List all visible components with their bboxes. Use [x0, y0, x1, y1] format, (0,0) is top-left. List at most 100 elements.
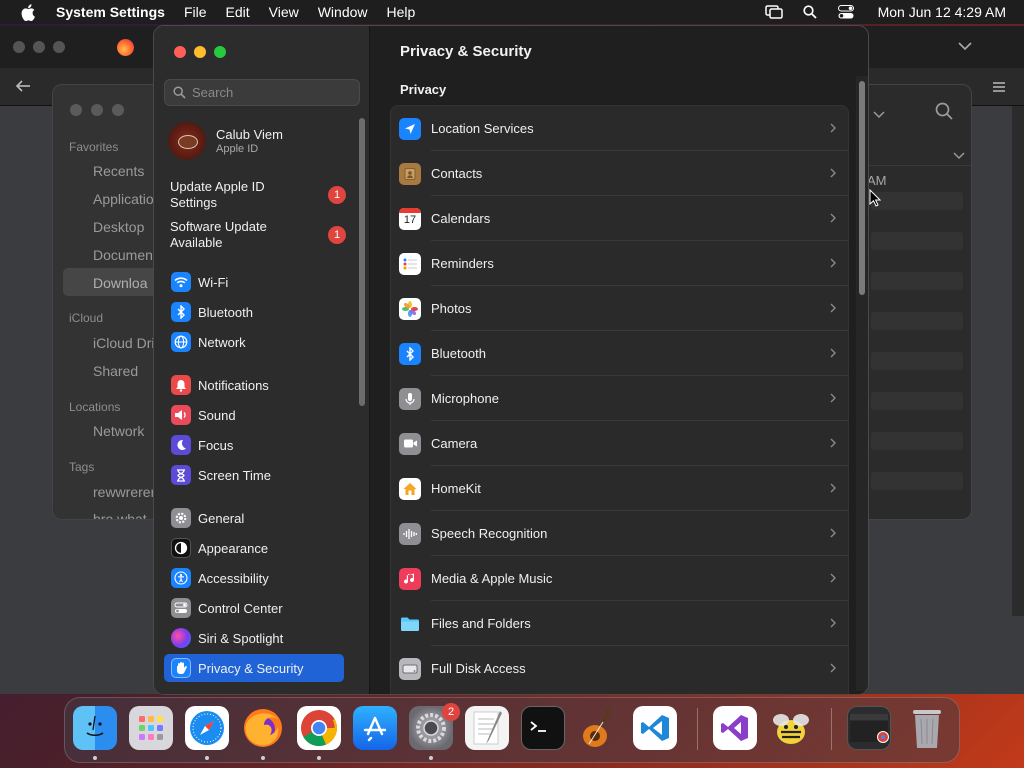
minimized-window-icon[interactable]	[847, 706, 891, 750]
finder-file-row[interactable]	[871, 352, 963, 370]
sidebar-item-sound[interactable]: Sound	[164, 401, 344, 429]
privacy-row-files-folders[interactable]: Files and Folders	[391, 601, 849, 646]
screen-mirroring-icon[interactable]	[764, 2, 784, 22]
bell-icon	[171, 375, 191, 395]
finder-file-row[interactable]	[871, 392, 963, 410]
privacy-row-homekit[interactable]: HomeKit	[391, 466, 849, 511]
privacy-row-location-services[interactable]: Location Services	[391, 106, 849, 151]
finder-sidebar-item[interactable]: iCloud Dri	[93, 335, 154, 351]
finder-sidebar-item[interactable]: Recents	[93, 163, 144, 179]
menu-view[interactable]: View	[269, 4, 299, 20]
menu-edit[interactable]: Edit	[226, 4, 250, 20]
hamburger-menu-icon[interactable]	[992, 80, 1006, 98]
spotlight-search-icon[interactable]	[800, 2, 820, 22]
garageband-icon[interactable]	[577, 706, 621, 750]
vscode-icon[interactable]	[633, 706, 677, 750]
privacy-row-full-disk-access[interactable]: Full Disk Access	[391, 646, 849, 691]
sidebar-item-notifications[interactable]: Notifications	[164, 371, 344, 399]
finder-file-row[interactable]	[871, 192, 963, 210]
finder-sidebar-item[interactable]: Shared	[93, 363, 138, 379]
dock-notification-badge: 2	[442, 703, 460, 721]
finder-search-icon[interactable]	[935, 102, 953, 125]
finder-sidebar-item[interactable]: Documen	[93, 247, 153, 263]
calendar-icon: 17	[399, 207, 421, 230]
finder-file-row[interactable]	[871, 232, 963, 250]
privacy-row-photos[interactable]: Photos	[391, 286, 849, 331]
firefox-icon[interactable]	[241, 706, 285, 750]
sidebar-item-screen-time[interactable]: Screen Time	[164, 461, 344, 489]
sidebar-item-label: Accessibility	[198, 570, 269, 586]
sidebar-item-general[interactable]: General	[164, 504, 344, 532]
privacy-row-contacts[interactable]: Contacts	[391, 151, 849, 196]
sidebar-item-label: Screen Time	[198, 467, 271, 483]
cyberduck-icon[interactable]	[769, 706, 813, 750]
visual-studio-icon[interactable]	[713, 706, 757, 750]
finder-sidebar-item[interactable]: Network	[93, 423, 144, 439]
finder-chevron-icon[interactable]	[873, 106, 885, 124]
finder-file-row[interactable]	[871, 472, 963, 490]
finder-close-button[interactable]	[70, 104, 82, 116]
sidebar-item-wifi[interactable]: Wi-Fi	[164, 268, 344, 296]
menu-clock[interactable]: Mon Jun 12 4:29 AM	[878, 4, 1006, 20]
privacy-row-calendars[interactable]: 17 Calendars	[391, 196, 849, 241]
search-field[interactable]	[164, 79, 360, 106]
sidebar-item-accessibility[interactable]: Accessibility	[164, 564, 344, 592]
sidebar-item-bluetooth[interactable]: Bluetooth	[164, 298, 344, 326]
menu-file[interactable]: File	[184, 4, 207, 20]
textedit-icon[interactable]	[465, 706, 509, 750]
finder-sidebar-item[interactable]: Downloa	[93, 275, 147, 291]
photos-icon	[399, 297, 421, 320]
browser-zoom-button[interactable]	[53, 41, 65, 53]
window-minimize-button[interactable]	[194, 46, 206, 58]
finder-icon[interactable]	[73, 706, 117, 750]
chrome-icon[interactable]	[297, 706, 341, 750]
apple-menu-icon[interactable]	[18, 2, 38, 22]
finder-file-row[interactable]	[871, 432, 963, 450]
sidebar-item-focus[interactable]: Focus	[164, 431, 344, 459]
app-store-icon[interactable]	[353, 706, 397, 750]
sidebar-scrollbar[interactable]	[359, 118, 365, 406]
update-apple-id-notice[interactable]: Update Apple ID Settings 1	[170, 179, 360, 211]
sidebar-item-control-center[interactable]: Control Center	[164, 594, 344, 622]
appearance-icon	[171, 538, 191, 558]
content-scrollbar[interactable]	[859, 81, 865, 295]
finder-minimize-button[interactable]	[91, 104, 103, 116]
finder-zoom-button[interactable]	[112, 104, 124, 116]
launchpad-icon[interactable]	[129, 706, 173, 750]
menu-help[interactable]: Help	[387, 4, 416, 20]
privacy-row-media-apple-music[interactable]: Media & Apple Music	[391, 556, 849, 601]
sidebar-item-network[interactable]: Network	[164, 328, 344, 356]
browser-close-button[interactable]	[13, 41, 25, 53]
sidebar-item-privacy-security[interactable]: Privacy & Security	[164, 654, 344, 682]
tab-list-chevron-icon[interactable]	[958, 38, 972, 56]
software-update-notice[interactable]: Software Update Available 1	[170, 219, 360, 251]
finder-sidebar-item[interactable]: Applicatio	[93, 191, 154, 207]
browser-minimize-button[interactable]	[33, 41, 45, 53]
menu-window[interactable]: Window	[318, 4, 368, 20]
control-center-icon[interactable]	[836, 2, 856, 22]
window-close-button[interactable]	[174, 46, 186, 58]
finder-column-chevron-icon[interactable]	[953, 147, 965, 165]
sidebar-item-siri-spotlight[interactable]: Siri & Spotlight	[164, 624, 344, 652]
sidebar-item-appearance[interactable]: Appearance	[164, 534, 344, 562]
finder-tag-item[interactable]: bro what	[93, 511, 147, 519]
search-input[interactable]	[192, 85, 352, 100]
privacy-row-bluetooth[interactable]: Bluetooth	[391, 331, 849, 376]
privacy-row-camera[interactable]: Camera	[391, 421, 849, 466]
apple-id-account[interactable]: Calub Viem Apple ID	[168, 120, 358, 162]
finder-file-row[interactable]	[871, 272, 963, 290]
menu-app-name[interactable]: System Settings	[56, 4, 165, 20]
trash-icon[interactable]	[905, 706, 949, 750]
privacy-row-speech-recognition[interactable]: Speech Recognition	[391, 511, 849, 556]
safari-icon[interactable]	[185, 706, 229, 750]
window-zoom-button[interactable]	[214, 46, 226, 58]
privacy-row-microphone[interactable]: Microphone	[391, 376, 849, 421]
terminal-icon[interactable]	[521, 706, 565, 750]
back-arrow-icon[interactable]	[15, 79, 31, 98]
privacy-row-reminders[interactable]: Reminders	[391, 241, 849, 286]
firefox-tab-icon[interactable]	[117, 39, 134, 56]
finder-sidebar-item[interactable]: Desktop	[93, 219, 144, 235]
finder-tag-item[interactable]: rewwrerer	[93, 484, 155, 500]
running-indicator	[93, 756, 97, 760]
finder-file-row[interactable]	[871, 312, 963, 330]
